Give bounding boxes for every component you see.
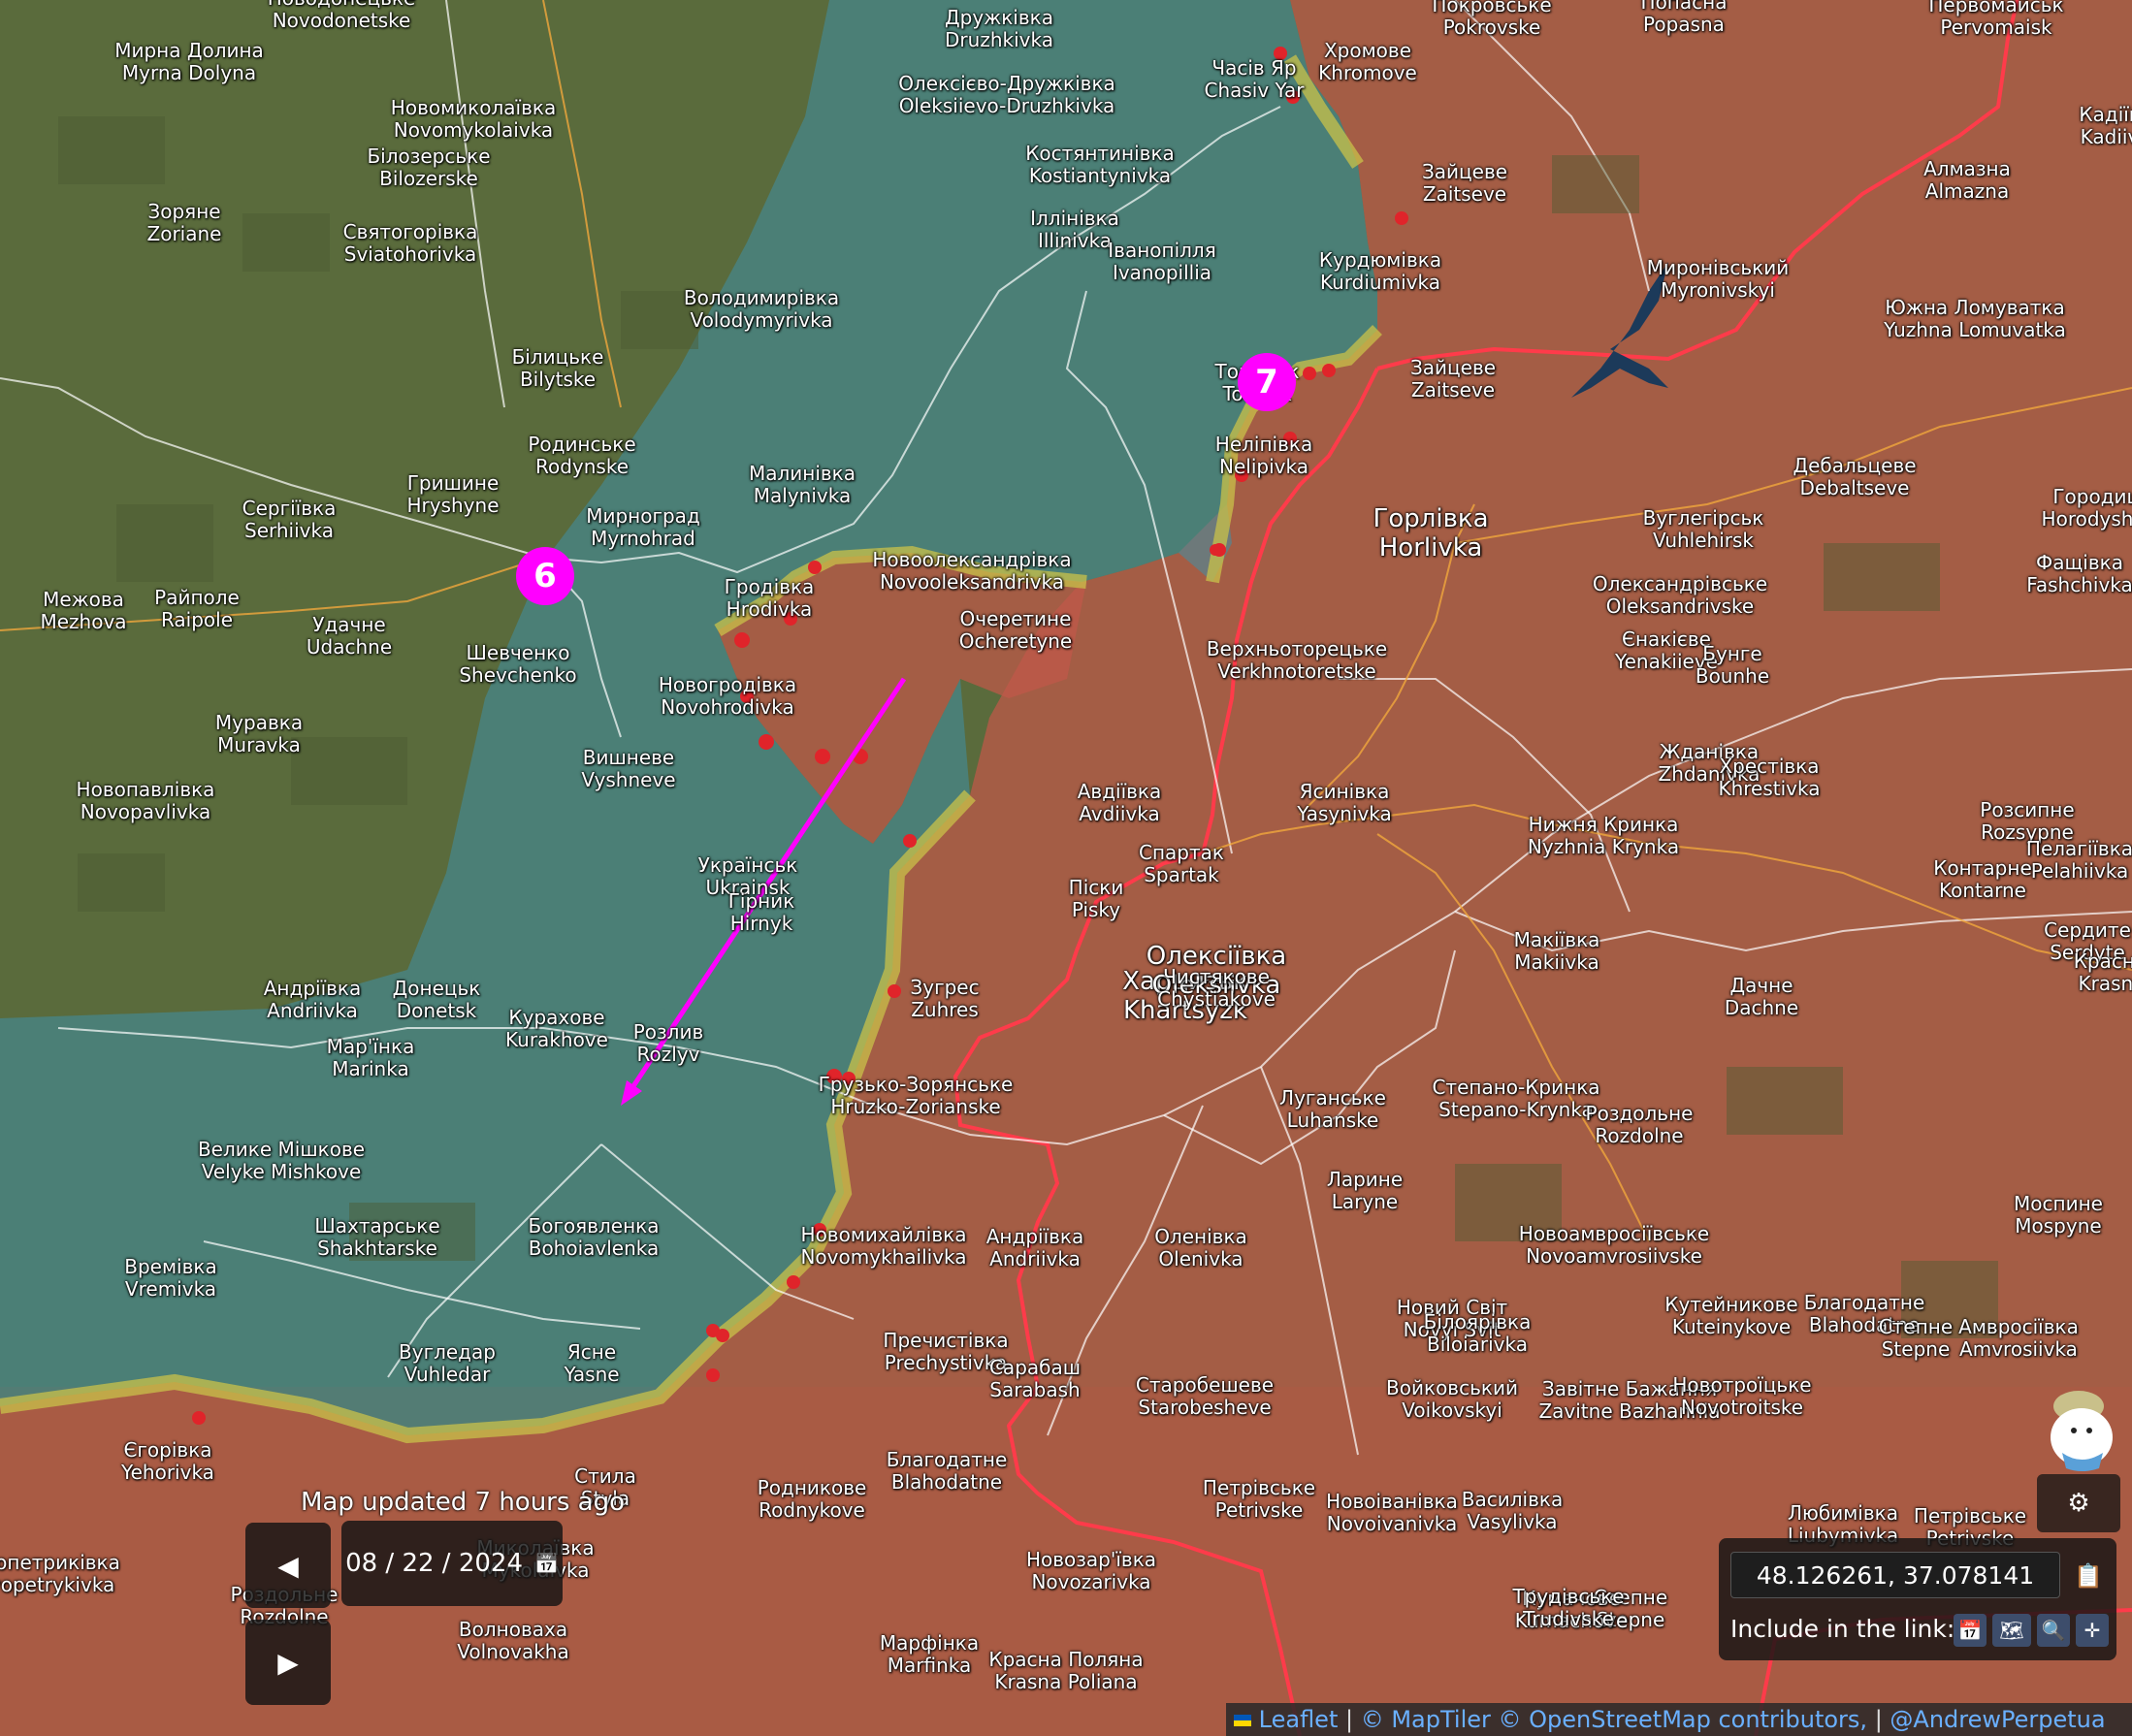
- calendar-icon[interactable]: 📅: [534, 1552, 559, 1575]
- include-crosshair-icon[interactable]: ✛: [2076, 1614, 2109, 1647]
- leaflet-link[interactable]: Leaflet: [1259, 1706, 1339, 1733]
- previous-date-button[interactable]: ◀: [245, 1523, 331, 1608]
- coordinates-panel: 48.126261, 37.078141 📋 Include in the li…: [1719, 1538, 2116, 1660]
- map-updated-text: Map updated 7 hours ago: [301, 1488, 626, 1517]
- coordinates-field[interactable]: 48.126261, 37.078141: [1730, 1552, 2060, 1598]
- settings-gear-icon: ⚙: [2067, 1489, 2090, 1518]
- date-value: 08 / 22 / 2024: [345, 1549, 523, 1578]
- attribution-bar: Leaflet | © MapTiler © OpenStreetMap con…: [1226, 1703, 2132, 1736]
- maptiler-link[interactable]: © MapTiler: [1361, 1706, 1491, 1733]
- include-date-icon[interactable]: 📅: [1954, 1614, 1987, 1647]
- map-marker-7[interactable]: 7: [1238, 353, 1296, 411]
- author-link[interactable]: @AndrewPerpetua: [1890, 1706, 2105, 1733]
- include-zoom-icon[interactable]: 🔍: [2037, 1614, 2070, 1647]
- separator: |: [1345, 1706, 1361, 1733]
- copy-coordinates-button[interactable]: 📋: [2070, 1556, 2107, 1596]
- date-picker[interactable]: 08 / 22 / 2024 📅: [341, 1521, 563, 1606]
- ukraine-flag-icon: [1234, 1715, 1251, 1726]
- next-date-button[interactable]: ▶: [245, 1620, 331, 1705]
- include-map-icon[interactable]: 🗺: [1992, 1614, 2031, 1647]
- map-canvas[interactable]: [0, 0, 2132, 1736]
- separator: |: [1874, 1706, 1890, 1733]
- right-arrow-icon: ▶: [277, 1646, 299, 1679]
- settings-button[interactable]: ⚙: [2037, 1474, 2120, 1532]
- clipboard-icon: 📋: [2074, 1562, 2103, 1590]
- left-arrow-icon: ◀: [277, 1549, 299, 1582]
- map-marker-6[interactable]: 6: [516, 547, 574, 605]
- include-link-label: Include in the link:: [1730, 1615, 1955, 1643]
- osm-link[interactable]: © OpenStreetMap contributors,: [1499, 1706, 1868, 1733]
